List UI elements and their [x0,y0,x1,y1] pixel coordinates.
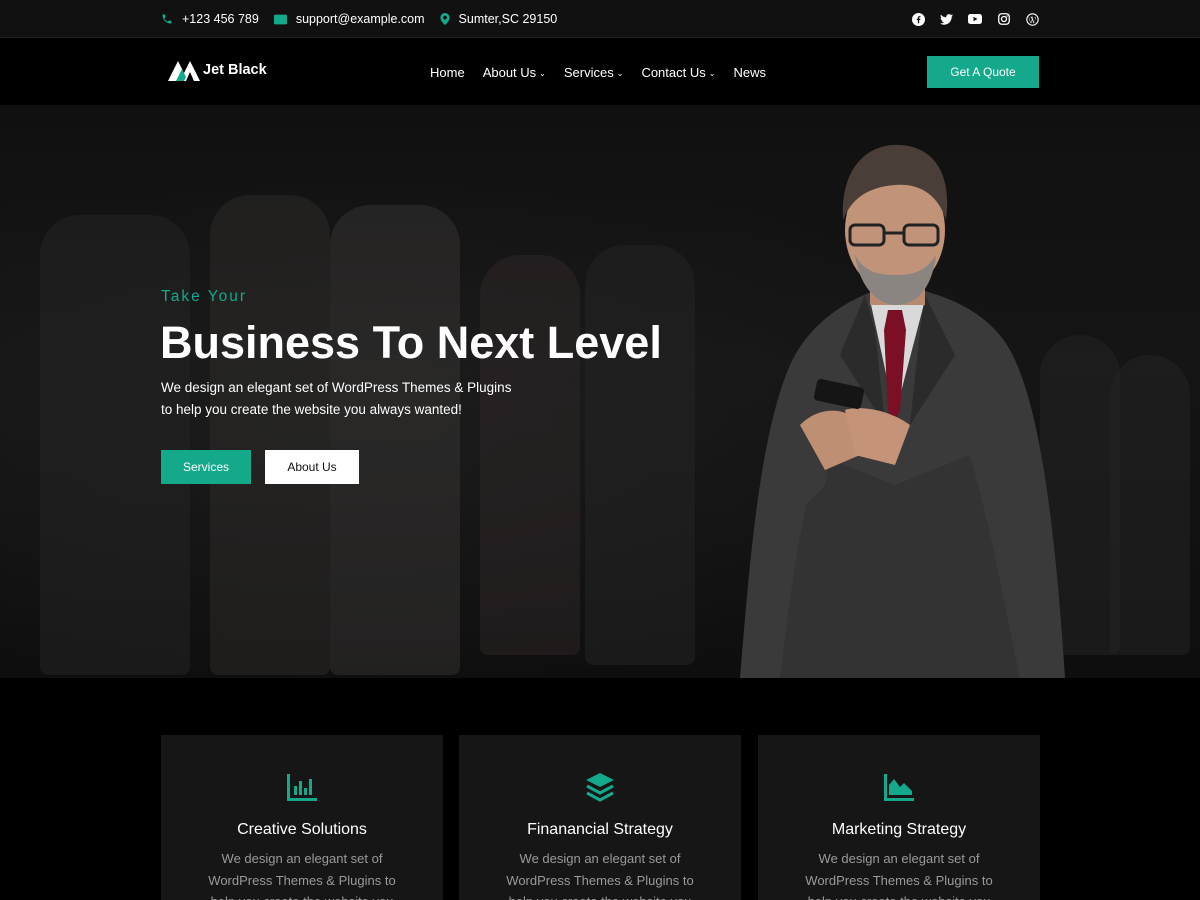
nav-contact-us-label: Contact Us [641,64,706,80]
service-card[interactable]: Finanancial Strategy We design an elegan… [459,735,741,900]
service-card-title: Marketing Strategy [831,821,967,838]
service-card-text: We design an elegant set of WordPress Th… [506,851,694,900]
twitter-icon[interactable] [940,12,954,26]
chevron-down-icon: ⌄ [708,68,716,78]
instagram-icon[interactable] [997,12,1011,26]
wordpress-icon[interactable] [1025,12,1039,26]
bar-chart-icon [287,774,317,801]
site-header: Jet Black Home About Us ⌄ Services ⌄ Con… [0,39,1200,105]
facebook-icon[interactable] [911,12,925,26]
top-bar: +123 456 789 support@example.com Sumter,… [0,0,1200,38]
layers-icon [586,773,614,802]
nav-contact-us[interactable]: Contact Us ⌄ [641,65,715,80]
logo-mark-icon [168,61,200,81]
hero-description-line-2: to help you create the website you alway… [161,402,462,417]
envelope-icon [273,14,287,24]
email-address: support@example.com [295,12,425,26]
nav-services[interactable]: Services ⌄ [564,65,624,80]
hero-about-us-button[interactable]: About Us [265,450,359,484]
nav-about-us[interactable]: About Us ⌄ [483,65,546,80]
nav-about-us-label: About Us [482,64,537,80]
contact-info: +123 456 789 support@example.com Sumter,… [161,0,572,38]
nav-news-label: News [733,64,766,80]
map-pin-icon [439,13,450,25]
address-text: Sumter,SC 29150 [458,12,558,26]
chevron-down-icon: ⌄ [539,68,546,78]
service-card-title: Creative Solutions [237,821,367,838]
hero-section: Take Your Business To Next Level We desi… [0,105,1200,678]
services-section: Creative Solutions We design an elegant … [0,678,1200,900]
service-card-title: Finanancial Strategy [527,821,673,838]
youtube-icon[interactable] [968,12,982,26]
address-contact: Sumter,SC 29150 [439,12,558,26]
hero-services-button[interactable]: Services [161,450,251,484]
nav-news[interactable]: News [733,65,766,80]
site-logo[interactable]: Jet Black [168,59,267,81]
service-card-text: We design an elegant set of WordPress Th… [208,851,396,900]
phone-icon [162,14,172,24]
chevron-down-icon: ⌄ [616,68,624,78]
phone-number: +123 456 789 [182,12,259,26]
service-card-text: We design an elegant set of WordPress Th… [805,851,993,900]
main-navigation: Home About Us ⌄ Services ⌄ Contact Us ⌄ … [430,39,784,105]
businessman-image [740,144,1065,678]
get-a-quote-button[interactable]: Get A Quote [927,56,1039,88]
social-links [897,0,1040,38]
hero-description: We design an elegant set of WordPress Th… [161,377,561,421]
service-card[interactable]: Creative Solutions We design an elegant … [161,735,443,900]
hero-title: Business To Next Level [160,317,662,368]
logo-text: Jet Black [203,62,267,78]
service-card[interactable]: Marketing Strategy We design an elegant … [758,735,1040,900]
area-chart-icon [884,774,914,801]
hero-description-line-1: We design an elegant set of WordPress Th… [161,380,512,395]
email-contact[interactable]: support@example.com [273,12,425,26]
nav-services-label: Services [563,64,614,80]
hero-eyebrow: Take Your [161,288,248,305]
nav-home[interactable]: Home [430,65,465,80]
nav-home-label: Home [430,64,465,80]
phone-contact[interactable]: +123 456 789 [161,12,259,26]
